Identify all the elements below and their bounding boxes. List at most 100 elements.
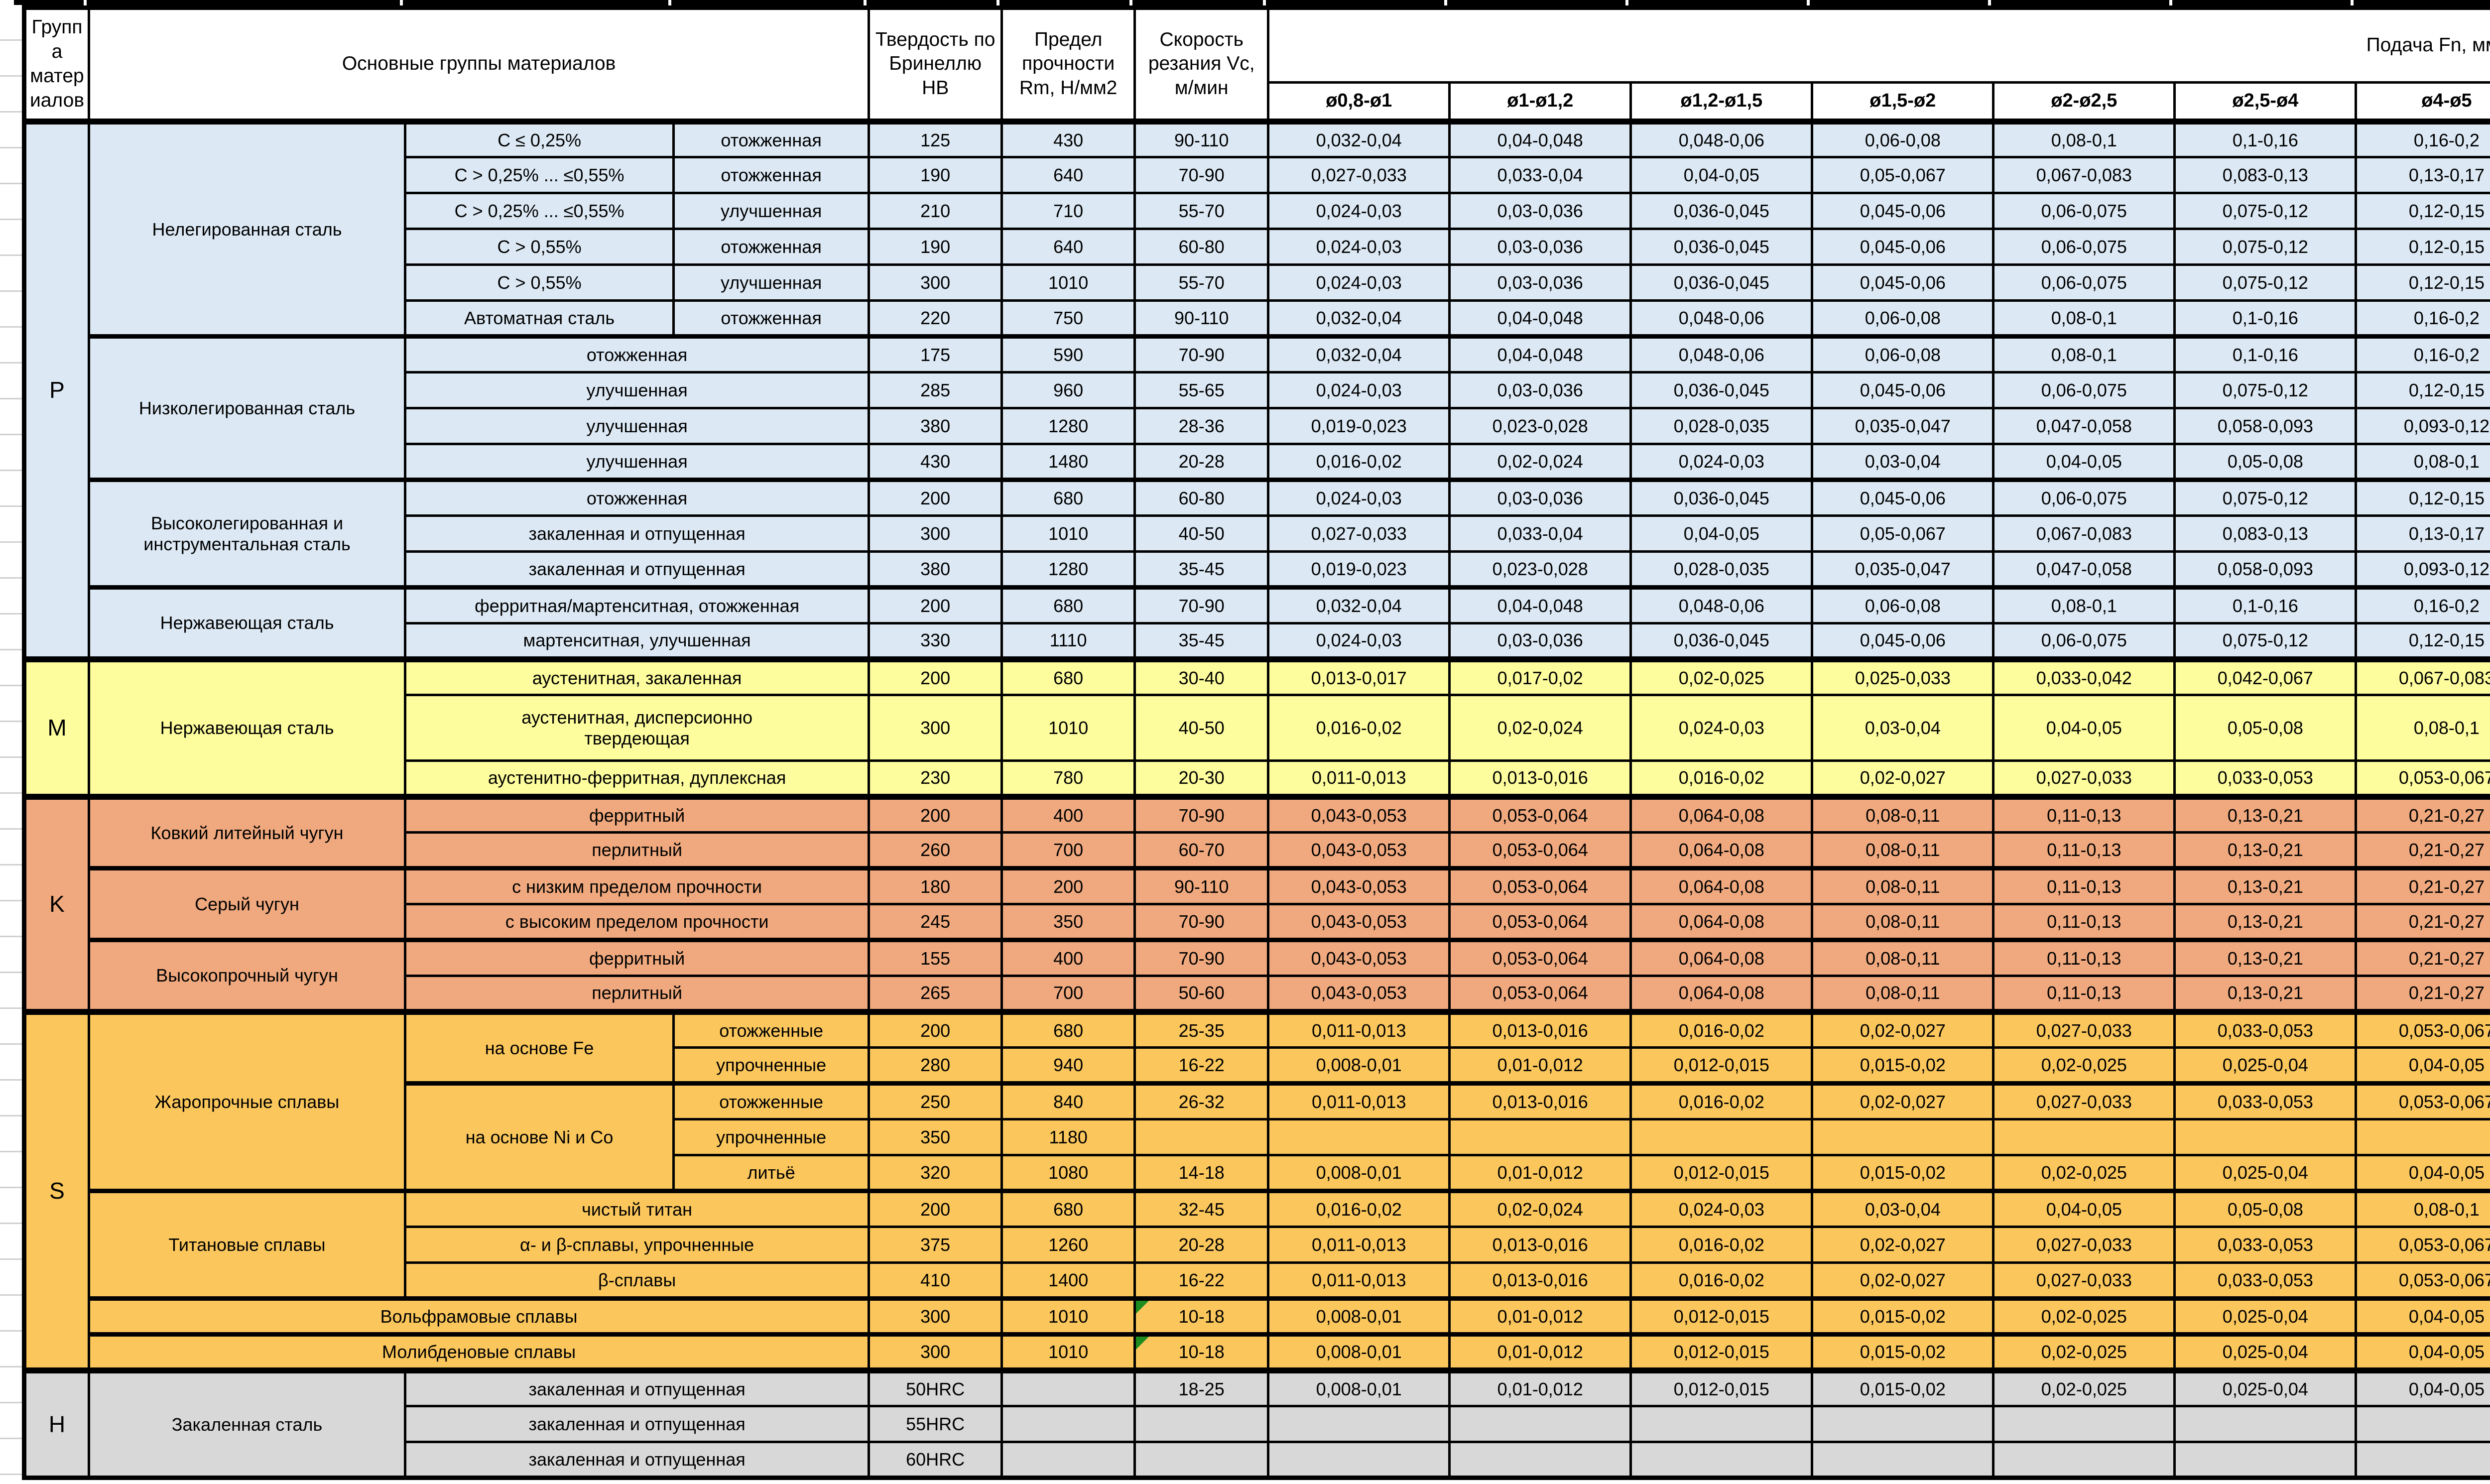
feed-cell: 0,033-0,04 <box>1450 157 1631 193</box>
cutting-speed-cell: 35-45 <box>1135 552 1268 588</box>
feed-cell: 0,12-0,15 <box>2356 623 2490 659</box>
feed-cell: 0,03-0,036 <box>1450 480 1631 516</box>
feed-cell: 0,011-0,013 <box>1268 761 1450 797</box>
feed-cell: 0,015-0,02 <box>1812 1048 1993 1084</box>
material-cell: чистый титан <box>405 1191 869 1227</box>
strength-cell: 680 <box>1002 1191 1135 1227</box>
feed-cell: 0,015-0,02 <box>1812 1335 1993 1370</box>
strength-cell: 1010 <box>1002 516 1135 552</box>
feed-cell <box>1812 1406 1993 1442</box>
strength-cell: 680 <box>1002 659 1135 695</box>
hardness-cell: 190 <box>869 157 1002 193</box>
feed-cell: 0,032-0,04 <box>1268 301 1450 337</box>
cell-error-corner-icon <box>1136 1301 1149 1314</box>
hardness-cell: 175 <box>869 337 1002 372</box>
group-code-cell: K <box>24 797 89 1012</box>
feed-cell: 0,04-0,05 <box>1993 695 2175 761</box>
feed-cell: 0,02-0,025 <box>1993 1299 2175 1335</box>
cutting-speed-cell: 20-30 <box>1135 761 1268 797</box>
feed-cell: 0,023-0,028 <box>1450 408 1631 444</box>
feed-cell: 0,01-0,012 <box>1450 1155 1631 1191</box>
feed-cell: 0,08-0,11 <box>1812 976 1993 1012</box>
material-cell: Нержавеющая сталь <box>89 659 405 797</box>
feed-cell: 0,21-0,27 <box>2356 868 2490 904</box>
material-cell: литьё <box>674 1155 869 1191</box>
feed-cell: 0,11-0,13 <box>1993 833 2175 868</box>
feed-cell: 0,058-0,093 <box>2175 408 2356 444</box>
material-cell: отожженная <box>674 157 869 193</box>
feed-cell: 0,06-0,08 <box>1812 301 1993 337</box>
feed-cell: 0,025-0,04 <box>2175 1335 2356 1370</box>
feed-cell: 0,03-0,036 <box>1450 372 1631 408</box>
header-diameter-range: ø4-ø5 <box>2356 83 2490 122</box>
feed-cell: 0,064-0,08 <box>1631 976 1812 1012</box>
feed-cell: 0,032-0,04 <box>1268 122 1450 157</box>
strength-cell: 1480 <box>1002 444 1135 480</box>
feed-cell: 0,053-0,064 <box>1450 797 1631 833</box>
feed-cell: 0,13-0,21 <box>2175 797 2356 833</box>
feed-cell: 0,036-0,045 <box>1631 480 1812 516</box>
material-cell: улучшенная <box>405 444 869 480</box>
feed-cell: 0,019-0,023 <box>1268 552 1450 588</box>
feed-cell <box>1268 1442 1450 1478</box>
feed-cell: 0,11-0,13 <box>1993 904 2175 940</box>
feed-cell: 0,04-0,05 <box>1993 1191 2175 1227</box>
feed-cell: 0,02-0,027 <box>1812 1012 1993 1048</box>
feed-cell: 0,13-0,21 <box>2175 833 2356 868</box>
feed-cell: 0,1-0,16 <box>2175 122 2356 157</box>
cutting-speed-cell: 18-25 <box>1135 1370 1268 1406</box>
cutting-speed-cell <box>1135 1119 1268 1155</box>
feed-cell <box>1268 1119 1450 1155</box>
feed-cell: 0,033-0,053 <box>2175 1227 2356 1263</box>
feed-cell: 0,02-0,025 <box>1993 1155 2175 1191</box>
feed-cell <box>1993 1119 2175 1155</box>
feed-cell: 0,053-0,064 <box>1450 868 1631 904</box>
feed-cell: 0,093-0,12 <box>2356 552 2490 588</box>
feed-cell: 0,016-0,02 <box>1631 1263 1812 1299</box>
material-cell: отожженная <box>674 122 869 157</box>
feed-cell: 0,067-0,083 <box>1993 157 2175 193</box>
feed-cell: 0,045-0,06 <box>1812 623 1993 659</box>
material-cell: Нержавеющая сталь <box>89 588 405 659</box>
feed-cell: 0,13-0,21 <box>2175 904 2356 940</box>
feed-cell: 0,16-0,2 <box>2356 588 2490 623</box>
cutting-speed-cell: 70-90 <box>1135 797 1268 833</box>
feed-cell: 0,033-0,053 <box>2175 1263 2356 1299</box>
feed-cell: 0,1-0,16 <box>2175 337 2356 372</box>
feed-cell: 0,024-0,03 <box>1631 1191 1812 1227</box>
feed-cell: 0,02-0,024 <box>1450 444 1631 480</box>
feed-cell: 0,03-0,036 <box>1450 229 1631 265</box>
hardness-cell: 280 <box>869 1048 1002 1084</box>
header-diameter-range: ø0,8-ø1 <box>1268 83 1450 122</box>
feed-cell: 0,075-0,12 <box>2175 193 2356 229</box>
hardness-cell: 300 <box>869 1335 1002 1370</box>
feed-cell: 0,064-0,08 <box>1631 904 1812 940</box>
header-diameter-range: ø2,5-ø4 <box>2175 83 2356 122</box>
feed-cell: 0,01-0,012 <box>1450 1335 1631 1370</box>
feed-cell: 0,01-0,012 <box>1450 1370 1631 1406</box>
material-cell: ферритный <box>405 940 869 976</box>
feed-cell: 0,024-0,03 <box>1268 229 1450 265</box>
feed-cell: 0,048-0,06 <box>1631 301 1812 337</box>
header-brinell-hardness: Твердость по Бринеллю HB <box>869 8 1002 122</box>
strength-cell: 680 <box>1002 588 1135 623</box>
feed-cell: 0,024-0,03 <box>1631 695 1812 761</box>
feed-cell: 0,13-0,17 <box>2356 157 2490 193</box>
cutting-speed-cell: 30-40 <box>1135 659 1268 695</box>
material-cell: отожженная <box>405 480 869 516</box>
feed-cell: 0,02-0,024 <box>1450 1191 1631 1227</box>
feed-cell: 0,13-0,21 <box>2175 976 2356 1012</box>
header-cutting-speed: Скорость резания Vc, м/мин <box>1135 8 1268 122</box>
feed-cell: 0,016-0,02 <box>1268 444 1450 480</box>
hardness-cell: 250 <box>869 1084 1002 1119</box>
hardness-cell: 430 <box>869 444 1002 480</box>
hardness-cell: 220 <box>869 301 1002 337</box>
feed-cell: 0,016-0,02 <box>1631 761 1812 797</box>
feed-cell: 0,043-0,053 <box>1268 868 1450 904</box>
cutting-speed-cell: 10-18 <box>1135 1335 1268 1370</box>
feed-cell: 0,045-0,06 <box>1812 480 1993 516</box>
cutting-speed-cell: 10-18 <box>1135 1299 1268 1335</box>
material-cell: аустенитно-ферритная, дуплексная <box>405 761 869 797</box>
feed-cell: 0,053-0,064 <box>1450 976 1631 1012</box>
feed-cell: 0,21-0,27 <box>2356 940 2490 976</box>
